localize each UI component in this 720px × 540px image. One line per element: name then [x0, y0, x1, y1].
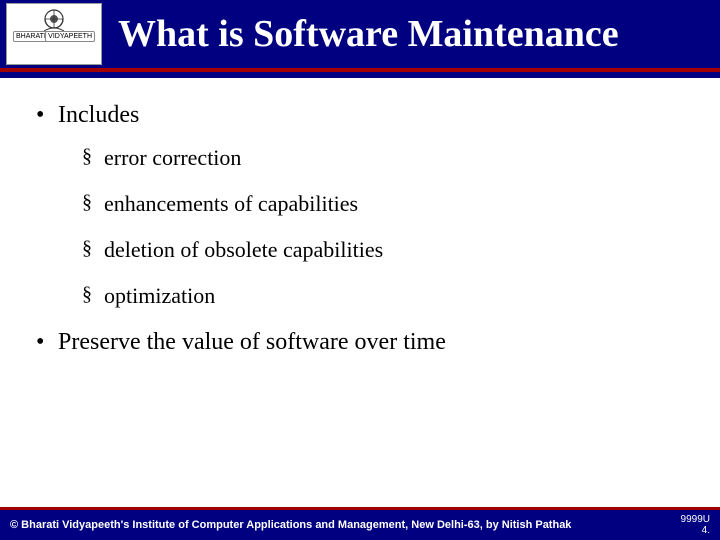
logo-label-left: BHARATI [13, 31, 49, 42]
logo: BHARATI VIDYAPEETH [6, 3, 102, 65]
slide-body: Includes error correction enhancements o… [0, 78, 720, 540]
bullet-text: Preserve the value of software over time [58, 329, 446, 355]
footer-right: 9999U 4. [681, 514, 710, 536]
bullet-list: Includes error correction enhancements o… [36, 102, 684, 356]
sub-bullet-item: optimization [82, 283, 684, 309]
bullet-text: Includes [58, 102, 139, 128]
footer-right-bottom: 4. [681, 525, 710, 536]
sub-bullet-item: error correction [82, 145, 684, 171]
bullet-item: Preserve the value of software over time [36, 329, 684, 356]
footer-band: © Bharati Vidyapeeth's Institute of Comp… [0, 510, 720, 540]
footer-copyright: © Bharati Vidyapeeth's Institute of Comp… [10, 519, 571, 531]
slide-title: What is Software Maintenance [118, 12, 619, 56]
header-band: BHARATI VIDYAPEETH What is Software Main… [0, 0, 720, 68]
footer-right-top: 9999U [681, 514, 710, 525]
sub-bullet-list: error correction enhancements of capabil… [82, 145, 684, 309]
sub-bullet-item: deletion of obsolete capabilities [82, 237, 684, 263]
sub-bullet-item: enhancements of capabilities [82, 191, 684, 217]
bullet-item: Includes error correction enhancements o… [36, 102, 684, 309]
logo-label-right: VIDYAPEETH [45, 31, 95, 42]
logo-inner: BHARATI VIDYAPEETH [12, 7, 96, 61]
slide: BHARATI VIDYAPEETH What is Software Main… [0, 0, 720, 540]
